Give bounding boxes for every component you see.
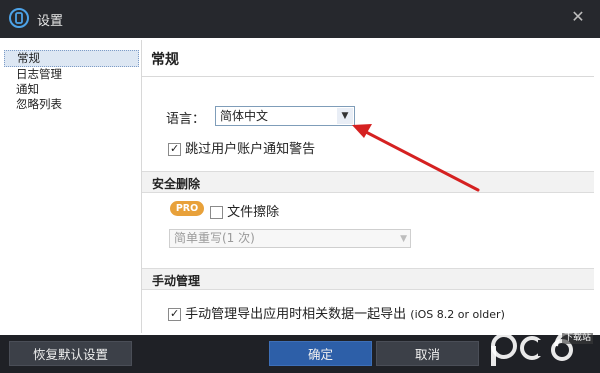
sidebar-item-ignore-list[interactable]: 忽略列表 <box>4 97 139 112</box>
language-label: 语言： <box>166 112 206 127</box>
manual-manage-section-header: 手动管理 <box>142 268 594 290</box>
page-title: 常规 <box>151 52 179 68</box>
export-data-option[interactable]: 手动管理导出应用时相关数据一起导出 (iOS 8.2 or older) <box>168 303 505 322</box>
watermark-text: 下载站 <box>561 333 593 344</box>
language-select[interactable]: 简体中文 ▼ <box>215 106 355 126</box>
footer: 恢复默认设置 确定 取消 <box>0 335 600 373</box>
settings-panel: 常规 语言： 简体中文 ▼ 跳过用户账户通知警告 安全删除 PRO 文件擦除 简… <box>142 38 594 335</box>
export-data-note: (iOS 8.2 or older) <box>410 308 505 321</box>
window-title: 设置 <box>37 14 64 29</box>
wipe-method-value: 简单重写(1 次) <box>174 231 255 245</box>
ok-button[interactable]: 确定 <box>269 341 372 366</box>
file-wipe-label: 文件擦除 <box>227 205 280 220</box>
manual-manage-title: 手动管理 <box>152 274 201 288</box>
language-value: 简体中文 <box>220 109 269 123</box>
sidebar-item-general[interactable]: 常规 <box>4 50 139 67</box>
secure-delete-section-header: 安全删除 <box>142 171 594 193</box>
page-header: 常规 <box>142 38 594 77</box>
wipe-method-select: 简单重写(1 次) ▼ <box>169 229 411 248</box>
chevron-down-icon[interactable]: ▼ <box>337 108 353 124</box>
app-logo-icon <box>9 8 29 28</box>
skip-warning-label: 跳过用户账户通知警告 <box>185 142 316 157</box>
pro-badge: PRO <box>170 201 204 216</box>
export-data-label: 手动管理导出应用时相关数据一起导出 <box>185 307 407 322</box>
export-data-checkbox[interactable] <box>168 307 181 321</box>
chevron-down-icon: ▼ <box>400 234 407 244</box>
title-bar: 设置 ✕ <box>0 0 600 38</box>
skip-warning-checkbox[interactable] <box>168 142 181 156</box>
sidebar-item-notifications[interactable]: 通知 <box>4 82 139 97</box>
sidebar: 常规 日志管理 通知 忽略列表 <box>2 40 142 333</box>
sidebar-item-log-management[interactable]: 日志管理 <box>4 67 139 82</box>
skip-warning-option[interactable]: 跳过用户账户通知警告 <box>168 138 315 157</box>
file-wipe-checkbox[interactable] <box>210 206 223 219</box>
file-wipe-option[interactable]: 文件擦除 <box>210 201 279 220</box>
secure-delete-title: 安全删除 <box>152 177 201 191</box>
reset-defaults-button[interactable]: 恢复默认设置 <box>9 341 132 366</box>
dialog-content: 常规 日志管理 通知 忽略列表 常规 语言： 简体中文 ▼ 跳过用户账户通知警告… <box>0 38 600 335</box>
close-icon[interactable]: ✕ <box>570 9 586 25</box>
cancel-button[interactable]: 取消 <box>376 341 479 366</box>
